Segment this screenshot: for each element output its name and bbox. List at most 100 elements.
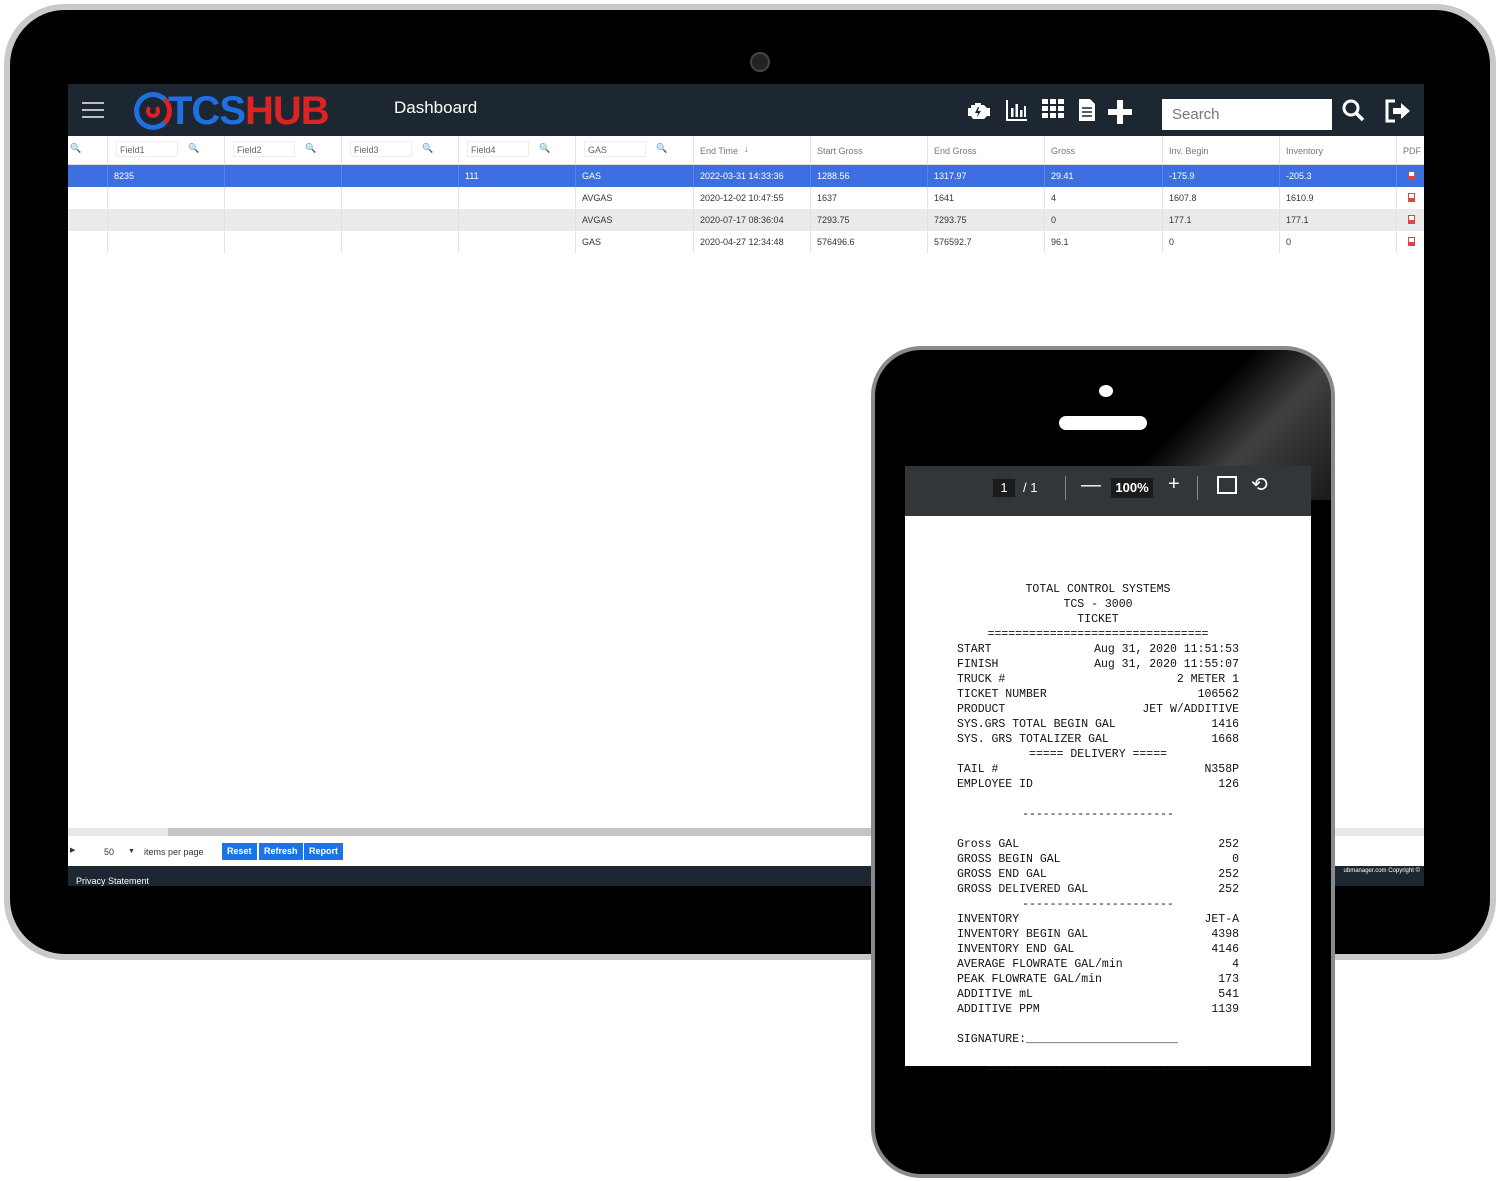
receipt-line-finish: FINISH Aug 31, 2020 11:55:07 xyxy=(957,657,1239,672)
cell-product: AVGAS xyxy=(576,187,694,209)
receipt-value: 1668 xyxy=(1211,733,1239,746)
table-row[interactable]: AVGAS 2020-12-02 10:47:55 1637 1641 4 16… xyxy=(68,187,1424,209)
receipt-line-avg-flowrate: AVERAGE FLOWRATE GAL/min 4 xyxy=(957,957,1239,972)
filter-input-field4[interactable]: Field4 xyxy=(467,141,529,157)
plus-icon[interactable] xyxy=(1106,98,1132,124)
grid-header-inventory[interactable]: Inventory xyxy=(1280,136,1397,164)
receipt-line-inventory-begin: INVENTORY BEGIN GAL 4398 xyxy=(957,927,1239,942)
receipt-value: 252 xyxy=(1218,883,1239,896)
scrollbar-thumb[interactable] xyxy=(168,828,888,836)
grid-header-field3: Field3 🔍 xyxy=(342,136,459,164)
cell-field4 xyxy=(459,209,576,231)
cell-inventory: 1610.9 xyxy=(1280,187,1397,209)
pdf-file-icon[interactable] xyxy=(1408,193,1415,202)
logout-icon[interactable] xyxy=(1384,98,1410,124)
filter-input-field3[interactable]: Field3 xyxy=(350,141,412,157)
tablet-camera xyxy=(750,52,770,72)
page-size-select[interactable]: 50 xyxy=(104,847,114,857)
table-row[interactable]: GAS 2020-04-27 12:34:48 576496.6 576592.… xyxy=(68,231,1424,253)
search-input[interactable] xyxy=(1162,99,1332,130)
zoom-in-icon[interactable]: + xyxy=(1168,473,1180,495)
receipt-label: INVENTORY BEGIN GAL xyxy=(957,928,1089,941)
engine-icon[interactable] xyxy=(964,98,990,124)
filter-search-icon[interactable]: 🔍 xyxy=(539,143,550,154)
logo-swirl-icon xyxy=(134,92,172,130)
cell-inv-begin: 177.1 xyxy=(1163,209,1280,231)
receipt-value: 4146 xyxy=(1211,943,1239,956)
pager-next-icon[interactable]: ▶ xyxy=(70,846,75,854)
filter-input-field1[interactable]: Field1 xyxy=(116,141,178,157)
cell-field1 xyxy=(108,231,225,253)
table-row[interactable]: AVGAS 2020-07-17 08:36:04 7293.75 7293.7… xyxy=(68,209,1424,231)
fit-page-icon[interactable] xyxy=(1217,476,1237,494)
rotate-icon[interactable]: ⟲ xyxy=(1251,472,1268,497)
pdf-file-icon[interactable] xyxy=(1408,237,1415,246)
filter-search-icon[interactable]: 🔍 xyxy=(656,143,667,154)
filter-search-icon[interactable]: 🔍 xyxy=(188,143,199,154)
reset-button[interactable]: Reset xyxy=(222,843,257,860)
cell-field4 xyxy=(459,187,576,209)
chevron-down-icon[interactable]: ▼ xyxy=(128,848,135,855)
pdf-page-input[interactable]: 1 xyxy=(993,479,1015,497)
receipt-line-truck: TRUCK # 2 METER 1 xyxy=(957,672,1239,687)
receipt-line-inventory-end: INVENTORY END GAL 4146 xyxy=(957,942,1239,957)
table-row[interactable]: 8235 111 GAS 2022-03-31 14:33:36 1288.56… xyxy=(68,165,1424,187)
receipt-line-ticket-number: TICKET NUMBER 106562 xyxy=(957,687,1239,702)
document-icon[interactable] xyxy=(1074,98,1100,124)
bar-chart-icon[interactable] xyxy=(1004,98,1030,124)
zoom-out-icon[interactable]: — xyxy=(1081,474,1101,496)
pdf-zoom-input[interactable]: 100% xyxy=(1111,478,1153,498)
receipt-value: Aug 31, 2020 11:55:07 xyxy=(1094,658,1239,671)
filter-search-icon[interactable]: 🔍 xyxy=(305,143,316,154)
grid-header-field4: Field4 🔍 xyxy=(459,136,576,164)
receipt-value: 4 xyxy=(1232,958,1239,971)
grid-header-end-time[interactable]: End Time ↓ xyxy=(694,136,811,164)
receipt-label: INVENTORY xyxy=(957,913,1020,926)
app-logo[interactable]: TCS HUB xyxy=(134,88,330,133)
logo-hub-text: HUB xyxy=(245,88,330,133)
column-label-inv-begin: Inv. Begin xyxy=(1169,146,1209,156)
grid-header-end-gross[interactable]: End Gross xyxy=(928,136,1045,164)
grid-header-inv-begin[interactable]: Inv. Begin xyxy=(1163,136,1280,164)
filter-input-field2[interactable]: Field2 xyxy=(233,141,295,157)
receipt-label: AVERAGE FLOWRATE GAL/min xyxy=(957,958,1123,971)
cell-end-gross: 1641 xyxy=(928,187,1045,209)
hamburger-menu-icon[interactable] xyxy=(82,102,104,118)
receipt-line-sys-totalizer: SYS. GRS TOTALIZER GAL 1668 xyxy=(957,732,1239,747)
filter-input-product[interactable]: GAS xyxy=(584,141,646,157)
receipt-blank-line xyxy=(957,822,1239,837)
filter-search-icon[interactable]: 🔍 xyxy=(422,143,433,154)
receipt-label: EMPLOYEE ID xyxy=(957,778,1033,791)
cell-end-gross: 576592.7 xyxy=(928,231,1045,253)
receipt-value: 2 METER 1 xyxy=(1176,673,1239,686)
receipt-line-employee: EMPLOYEE ID 126 xyxy=(957,777,1239,792)
pdf-file-icon[interactable] xyxy=(1408,215,1415,224)
receipt-label: FINISH xyxy=(957,658,999,671)
receipt-value: 1139 xyxy=(1211,1003,1239,1016)
refresh-button[interactable]: Refresh xyxy=(259,843,303,860)
grid-header-gross[interactable]: Gross xyxy=(1045,136,1163,164)
receipt-value: JET-A xyxy=(1204,913,1239,926)
privacy-statement-link[interactable]: Privacy Statement xyxy=(76,876,149,886)
receipt-separator: ================================ xyxy=(987,1063,1209,1076)
receipt-label: GROSS END GAL xyxy=(957,868,1047,881)
grid-header-start-gross[interactable]: Start Gross xyxy=(811,136,928,164)
receipt-ticket: TOTAL CONTROL SYSTEMS TCS - 3000 TICKET … xyxy=(957,582,1239,1077)
cell-inv-begin: 1607.8 xyxy=(1163,187,1280,209)
receipt-line-gross-end: GROSS END GAL 252 xyxy=(957,867,1239,882)
search-icon[interactable] xyxy=(1340,98,1366,124)
phone-speaker xyxy=(1059,416,1147,430)
cell-end-time: 2020-12-02 10:47:55 xyxy=(694,187,811,209)
receipt-value: 1416 xyxy=(1211,718,1239,731)
filter-search-icon[interactable]: 🔍 xyxy=(70,143,81,154)
grid-header-product: GAS 🔍 xyxy=(576,136,694,164)
receipt-title: TOTAL CONTROL SYSTEMS xyxy=(1025,583,1171,596)
grid-icon[interactable] xyxy=(1040,98,1066,124)
receipt-blank-line xyxy=(957,1017,1239,1032)
receipt-blank-line xyxy=(957,1047,1239,1062)
receipt-label: TRUCK # xyxy=(957,673,1006,686)
pdf-file-icon[interactable] xyxy=(1408,171,1415,180)
grid-header-cell: 🔍 xyxy=(68,136,108,164)
report-button[interactable]: Report xyxy=(304,843,343,860)
receipt-label: SYS. GRS TOTALIZER GAL xyxy=(957,733,1109,746)
